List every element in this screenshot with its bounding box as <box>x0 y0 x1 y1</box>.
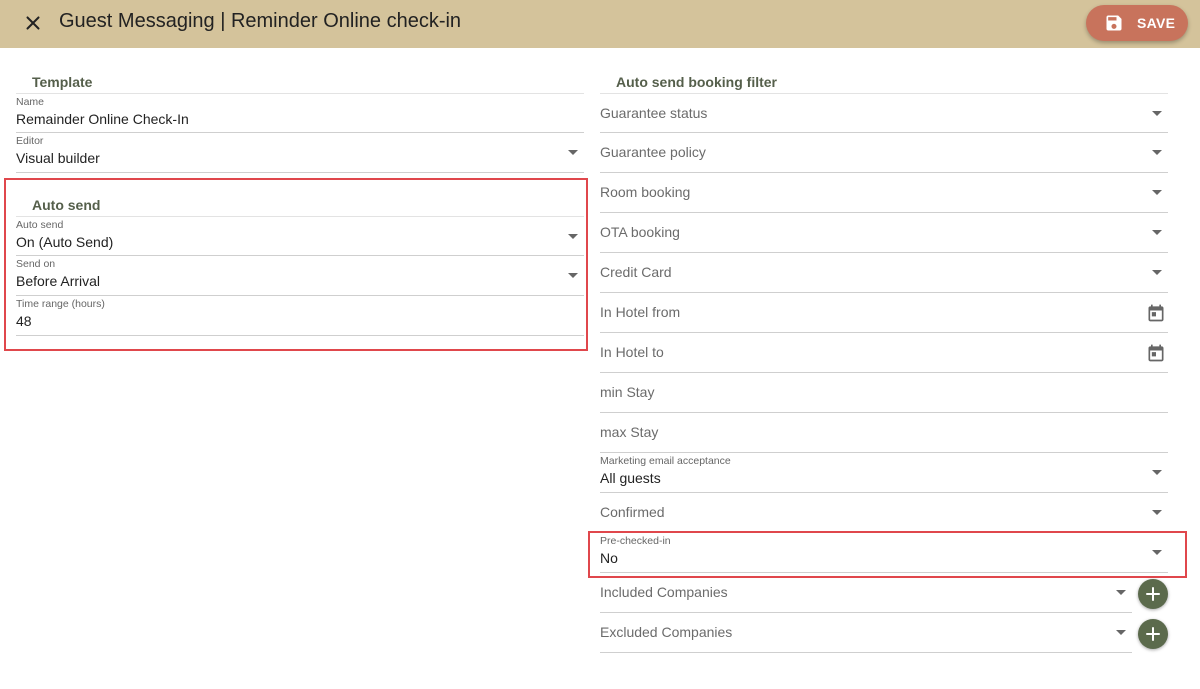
send-on-select-label: Send on <box>16 258 56 270</box>
editor-select[interactable]: Editor Visual builder <box>16 133 584 173</box>
excluded-companies-select[interactable]: Excluded Companies <box>600 613 1132 653</box>
pre-checked-in-value: No <box>600 550 618 566</box>
included-companies-label: Included Companies <box>600 584 728 600</box>
add-excluded-company-button[interactable] <box>1138 619 1168 649</box>
name-field-label: Name <box>16 96 45 108</box>
plus-icon <box>1146 627 1160 641</box>
room-booking-label: Room booking <box>600 184 691 200</box>
auto-send-select[interactable]: Auto send On (Auto Send) <box>16 216 584 256</box>
guarantee-policy-label: Guarantee policy <box>600 144 706 160</box>
save-button[interactable]: SAVE <box>1086 5 1188 41</box>
confirmed-label: Confirmed <box>600 504 665 520</box>
chevron-down-icon <box>1152 111 1162 116</box>
time-range-input-label: Time range (hours) <box>16 298 105 310</box>
credit-card-label: Credit Card <box>600 264 672 280</box>
chevron-down-icon <box>568 273 578 278</box>
send-on-select-value: Before Arrival <box>16 273 101 289</box>
in-hotel-from-datepicker[interactable]: In Hotel from <box>600 293 1168 333</box>
max-stay-input[interactable]: max Stay <box>600 413 1168 453</box>
ota-booking-select[interactable]: OTA booking <box>600 213 1168 253</box>
calendar-icon[interactable] <box>1146 343 1166 363</box>
chevron-down-icon <box>1116 630 1126 635</box>
excluded-companies-label: Excluded Companies <box>600 624 733 640</box>
included-companies-select[interactable]: Included Companies <box>600 573 1132 613</box>
credit-card-select[interactable]: Credit Card <box>600 253 1168 293</box>
marketing-email-label: Marketing email acceptance <box>600 455 731 467</box>
close-icon <box>26 16 40 30</box>
room-booking-select[interactable]: Room booking <box>600 173 1168 213</box>
chevron-down-icon <box>1116 590 1126 595</box>
chevron-down-icon <box>1152 550 1162 555</box>
name-field-value: Remainder Online Check-In <box>16 111 189 127</box>
save-button-label: SAVE <box>1137 15 1176 31</box>
chevron-down-icon <box>568 234 578 239</box>
marketing-email-select[interactable]: Marketing email acceptance All guests <box>600 453 1168 493</box>
min-stay-input[interactable]: min Stay <box>600 373 1168 413</box>
close-button[interactable] <box>22 12 44 34</box>
pre-checked-in-label: Pre-checked-in <box>600 535 671 547</box>
top-bar: Guest Messaging | Reminder Online check-… <box>0 0 1200 48</box>
guarantee-status-label: Guarantee status <box>600 105 708 121</box>
chevron-down-icon <box>1152 470 1162 475</box>
auto-send-select-value: On (Auto Send) <box>16 234 114 250</box>
in-hotel-to-datepicker[interactable]: In Hotel to <box>600 333 1168 373</box>
pre-checked-in-select[interactable]: Pre-checked-in No <box>600 533 1168 573</box>
floppy-disk-icon <box>1106 15 1122 31</box>
booking-filter-section-title: Auto send booking filter <box>616 74 777 90</box>
send-on-select[interactable]: Send on Before Arrival <box>16 256 584 296</box>
chevron-down-icon <box>1152 150 1162 155</box>
name-field[interactable]: Name Remainder Online Check-In <box>16 93 584 133</box>
editor-select-value: Visual builder <box>16 150 100 166</box>
chevron-down-icon <box>1152 270 1162 275</box>
marketing-email-value: All guests <box>600 470 661 486</box>
chevron-down-icon <box>1152 510 1162 515</box>
max-stay-label: max Stay <box>600 424 659 440</box>
ota-booking-label: OTA booking <box>600 224 680 240</box>
time-range-input-value: 48 <box>16 313 32 329</box>
time-range-input[interactable]: Time range (hours) 48 <box>16 296 584 336</box>
template-section-title: Template <box>32 74 93 90</box>
chevron-down-icon <box>1152 230 1162 235</box>
guarantee-status-select[interactable]: Guarantee status <box>600 93 1168 133</box>
min-stay-label: min Stay <box>600 384 655 400</box>
auto-send-section-title: Auto send <box>32 197 101 213</box>
chevron-down-icon <box>1152 190 1162 195</box>
in-hotel-to-label: In Hotel to <box>600 344 664 360</box>
page-title: Guest Messaging | Reminder Online check-… <box>59 10 462 32</box>
in-hotel-from-label: In Hotel from <box>600 304 681 320</box>
confirmed-select[interactable]: Confirmed <box>600 493 1168 533</box>
chevron-down-icon <box>568 150 578 155</box>
editor-select-label: Editor <box>16 135 44 147</box>
add-included-company-button[interactable] <box>1138 579 1168 609</box>
calendar-icon[interactable] <box>1146 303 1166 323</box>
auto-send-select-label: Auto send <box>16 219 64 231</box>
plus-icon <box>1146 587 1160 601</box>
guarantee-policy-select[interactable]: Guarantee policy <box>600 133 1168 173</box>
